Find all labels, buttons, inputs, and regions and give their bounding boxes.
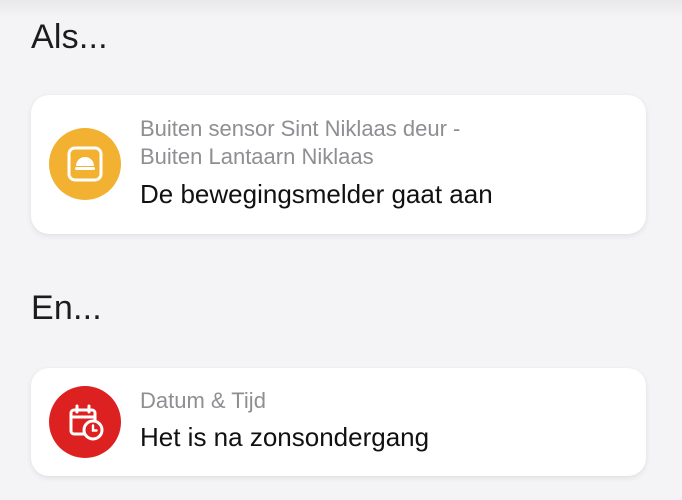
trigger-device-name-line1: Buiten sensor Sint Niklaas deur - — [140, 116, 461, 141]
motion-sensor-icon — [67, 146, 103, 182]
condition-category: Datum & Tijd — [140, 388, 266, 413]
and-section-heading: En... — [31, 289, 102, 327]
trigger-device-name-line2: Buiten Lantaarn Niklaas — [140, 144, 374, 169]
condition-title: Het is na zonsondergang — [140, 422, 430, 452]
condition-card[interactable]: Datum & Tijd Het is na zonsondergang — [31, 368, 646, 476]
calendar-clock-icon — [69, 404, 104, 441]
trigger-title: De bewegingsmelder gaat aan — [140, 179, 493, 209]
if-section-heading: Als... — [31, 18, 108, 56]
trigger-card[interactable]: Buiten sensor Sint Niklaas deur - Buiten… — [31, 95, 646, 234]
top-shadow — [0, 0, 682, 18]
trigger-icon-badge — [49, 128, 121, 200]
condition-icon-badge — [49, 386, 121, 458]
